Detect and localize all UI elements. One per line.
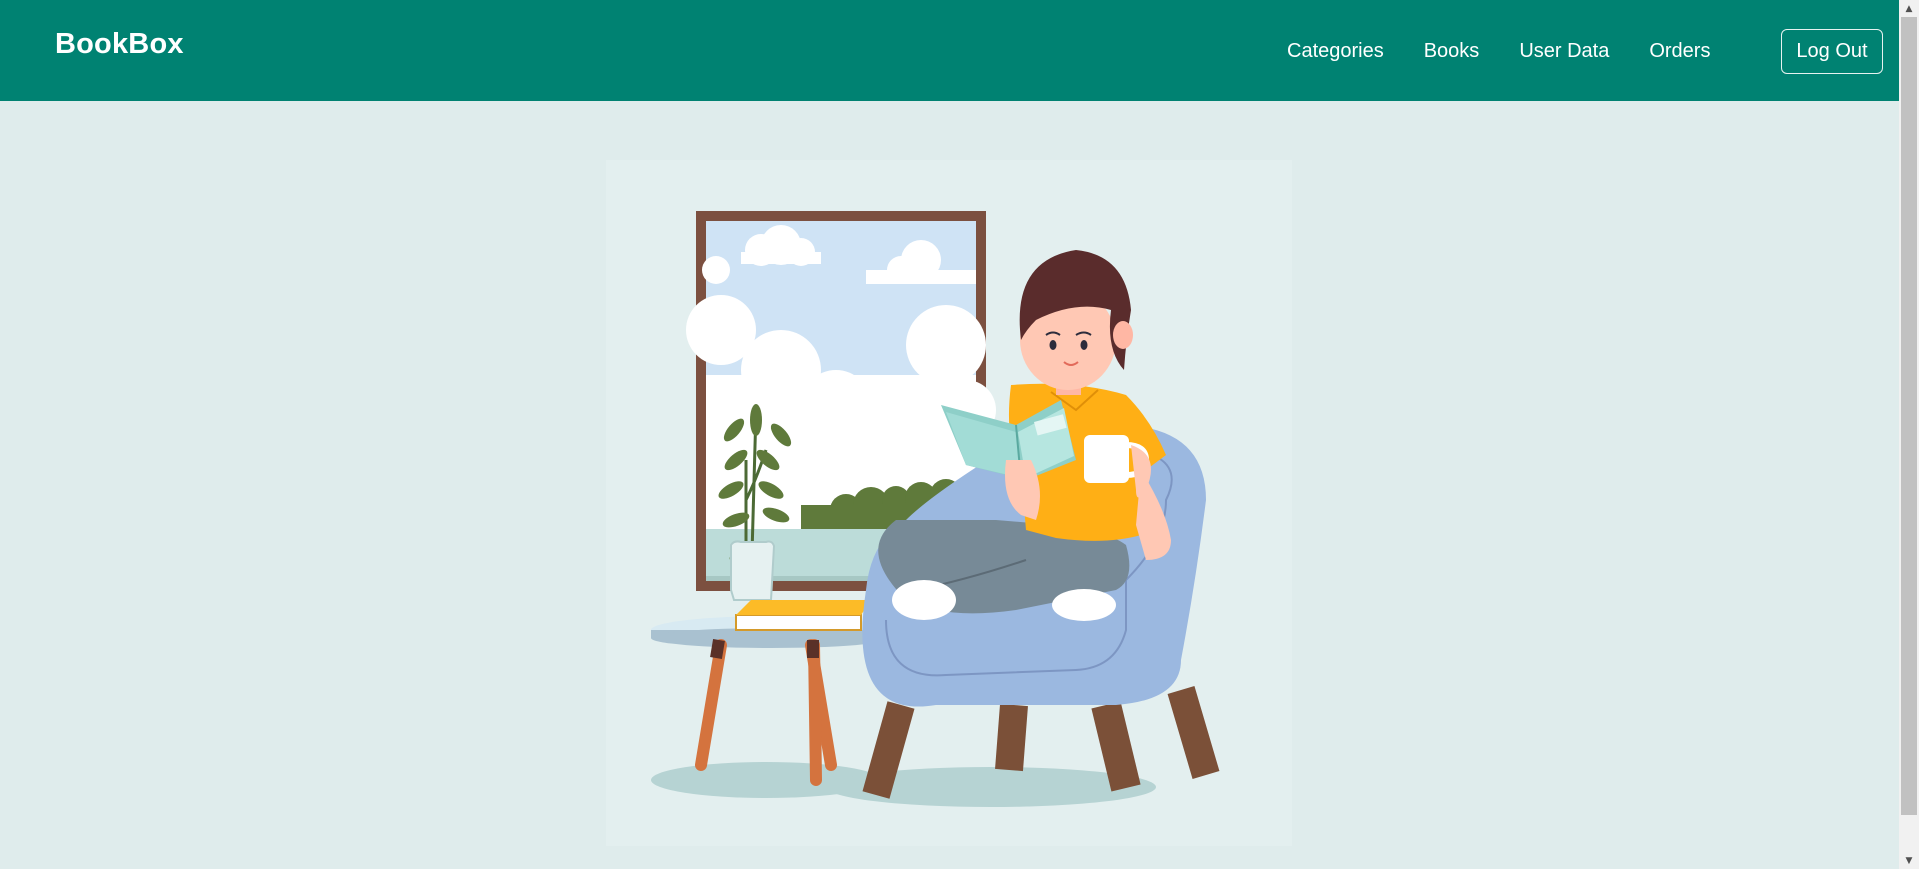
nav-link-books[interactable]: Books <box>1424 40 1480 63</box>
hero-illustration <box>606 160 1292 846</box>
nav-link-user-data[interactable]: User Data <box>1519 40 1609 63</box>
main-content <box>0 101 1899 869</box>
scroll-down-arrow-icon[interactable]: ▼ <box>1899 852 1919 869</box>
scroll-up-arrow-icon[interactable]: ▲ <box>1899 0 1919 17</box>
nav-link-categories[interactable]: Categories <box>1287 40 1384 63</box>
nav-link-orders[interactable]: Orders <box>1649 40 1710 63</box>
vertical-scrollbar[interactable]: ▲ ▼ <box>1899 0 1919 869</box>
navbar: BookBox Categories Books User Data Order… <box>0 0 1899 101</box>
nav-links: Categories Books User Data Orders <box>1287 40 1750 63</box>
logout-button[interactable]: Log Out <box>1781 29 1883 74</box>
brand-logo[interactable]: BookBox <box>55 28 184 61</box>
scrollbar-thumb[interactable] <box>1901 17 1917 815</box>
book-on-table <box>735 600 871 631</box>
